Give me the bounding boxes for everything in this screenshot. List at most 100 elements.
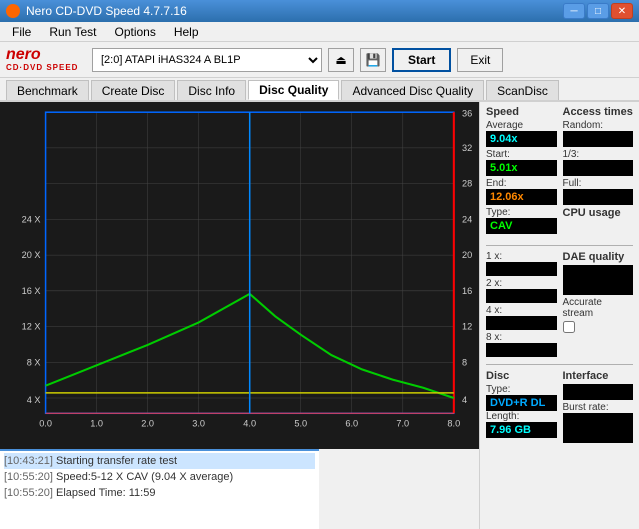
divider-1 (486, 245, 633, 246)
disc-section: Disc Type: DVD+R DL Length: 7.96 GB (486, 370, 557, 445)
dae-header: DAE quality (563, 251, 634, 263)
log-entry-0: [10:43:21] Starting transfer rate test (4, 453, 315, 469)
full-value (563, 189, 634, 205)
app-icon (6, 4, 20, 18)
log-text-2: Elapsed Time: 11:59 (56, 487, 155, 499)
save-button[interactable]: 💾 (360, 48, 386, 72)
log-entry-1: [10:55:20] Speed:5-12 X CAV (9.04 X aver… (4, 469, 315, 485)
accurate-stream-row (563, 321, 634, 333)
exit-button[interactable]: Exit (457, 48, 503, 72)
speed-col: Speed (486, 106, 557, 120)
nero-logo-bottom: CD·DVD SPEED (6, 63, 86, 72)
divider-2 (486, 364, 633, 365)
onethird-col: 1/3: (563, 149, 634, 178)
title-bar: Nero CD-DVD Speed 4.7.7.16 ─ □ ✕ (0, 0, 639, 22)
drive-select[interactable]: [2:0] ATAPI iHAS324 A BL1P (92, 48, 322, 72)
start-onethird-row: Start: 5.01x 1/3: (486, 149, 633, 178)
cpu-8x-label: 8 x: (486, 332, 557, 343)
onethird-label: 1/3: (563, 149, 634, 160)
chart-and-log: 4 X 8 X 12 X 16 X 20 X 24 X 4 8 12 16 20… (0, 102, 479, 529)
random-col: Random: (563, 120, 634, 149)
end-label: End: (486, 178, 557, 189)
svg-text:7.0: 7.0 (396, 419, 409, 429)
speed-access-header-row: Speed Access times (486, 106, 633, 120)
right-panel: Speed Access times Average 9.04x Random: (479, 102, 639, 529)
end-col: End: 12.06x (486, 178, 557, 207)
dae-value (563, 265, 634, 295)
interface-value (563, 384, 634, 400)
disc-type-value: DVD+R DL (486, 395, 557, 411)
cpu-2x-value (486, 289, 557, 303)
tab-create-disc[interactable]: Create Disc (91, 80, 176, 100)
close-button[interactable]: ✕ (611, 3, 633, 19)
cpu-usage-header: CPU usage (563, 207, 634, 219)
interface-header: Interface (563, 370, 634, 382)
menu-bar: File Run Test Options Help (0, 22, 639, 42)
log-text-0: Starting transfer rate test (56, 455, 177, 467)
toolbar: nero CD·DVD SPEED [2:0] ATAPI iHAS324 A … (0, 42, 639, 78)
speed-section: Speed Access times Average 9.04x Random: (486, 106, 633, 236)
end-value: 12.06x (486, 189, 557, 205)
access-col: Access times (563, 106, 634, 120)
access-times-header: Access times (563, 106, 634, 118)
svg-text:24: 24 (462, 214, 472, 224)
main-content: 4 X 8 X 12 X 16 X 20 X 24 X 4 8 12 16 20… (0, 102, 639, 529)
disc-type-label: Type: (486, 384, 557, 395)
disc-header: Disc (486, 370, 557, 382)
burst-rate-label: Burst rate: (563, 402, 634, 413)
svg-text:8.0: 8.0 (447, 419, 460, 429)
svg-text:28: 28 (462, 179, 472, 189)
eject-button[interactable]: ⏏ (328, 48, 354, 72)
full-label: Full: (563, 178, 634, 189)
accurate-label: Accurate (563, 297, 634, 308)
cpu-section: 1 x: 2 x: 4 x: 8 x: (486, 251, 557, 359)
title-buttons: ─ □ ✕ (563, 3, 633, 19)
app-title: Nero CD-DVD Speed 4.7.7.16 (26, 4, 187, 18)
log-timestamp-0: [10:43:21] (4, 455, 53, 467)
interface-section: Interface Burst rate: (563, 370, 634, 445)
tab-disc-quality[interactable]: Disc Quality (248, 80, 339, 100)
svg-text:8 X: 8 X (27, 357, 41, 367)
avg-col: Average 9.04x (486, 120, 557, 149)
avg-value: 9.04x (486, 131, 557, 147)
cpu-8x-value (486, 343, 557, 357)
stream-label: stream (563, 308, 634, 319)
title-bar-left: Nero CD-DVD Speed 4.7.7.16 (6, 4, 187, 18)
svg-text:36: 36 (462, 108, 472, 118)
type-col: Type: CAV (486, 207, 557, 236)
start-col: Start: 5.01x (486, 149, 557, 178)
type-cpu-row: Type: CAV CPU usage (486, 207, 633, 236)
accurate-stream-checkbox[interactable] (563, 321, 575, 333)
svg-text:2.0: 2.0 (141, 419, 154, 429)
cpu-1x-value (486, 262, 557, 276)
svg-text:20 X: 20 X (22, 250, 41, 260)
tab-disc-info[interactable]: Disc Info (177, 80, 246, 100)
disc-length-label: Length: (486, 411, 557, 422)
burst-rate-value (563, 413, 634, 443)
disc-length-value: 7.96 GB (486, 422, 557, 438)
menu-help[interactable]: Help (166, 23, 207, 41)
minimize-button[interactable]: ─ (563, 3, 585, 19)
menu-options[interactable]: Options (106, 23, 163, 41)
svg-text:0.0: 0.0 (39, 419, 52, 429)
log-entry-2: [10:55:20] Elapsed Time: 11:59 (4, 485, 315, 501)
avg-random-row: Average 9.04x Random: (486, 120, 633, 149)
start-button[interactable]: Start (392, 48, 451, 72)
avg-label: Average (486, 120, 557, 131)
restore-button[interactable]: □ (587, 3, 609, 19)
tab-benchmark[interactable]: Benchmark (6, 80, 89, 100)
svg-text:12 X: 12 X (22, 322, 41, 332)
svg-text:5.0: 5.0 (294, 419, 307, 429)
svg-text:24 X: 24 X (22, 214, 41, 224)
svg-text:4: 4 (462, 395, 467, 405)
menu-run-test[interactable]: Run Test (41, 23, 104, 41)
tab-advanced-disc-quality[interactable]: Advanced Disc Quality (341, 80, 484, 100)
random-value (563, 131, 634, 147)
svg-text:32: 32 (462, 143, 472, 153)
svg-text:8: 8 (462, 357, 467, 367)
svg-text:4.0: 4.0 (243, 419, 256, 429)
type-value: CAV (486, 218, 557, 234)
menu-file[interactable]: File (4, 23, 39, 41)
chart-svg: 4 X 8 X 12 X 16 X 20 X 24 X 4 8 12 16 20… (0, 102, 479, 449)
tab-scandisc[interactable]: ScanDisc (486, 80, 559, 100)
